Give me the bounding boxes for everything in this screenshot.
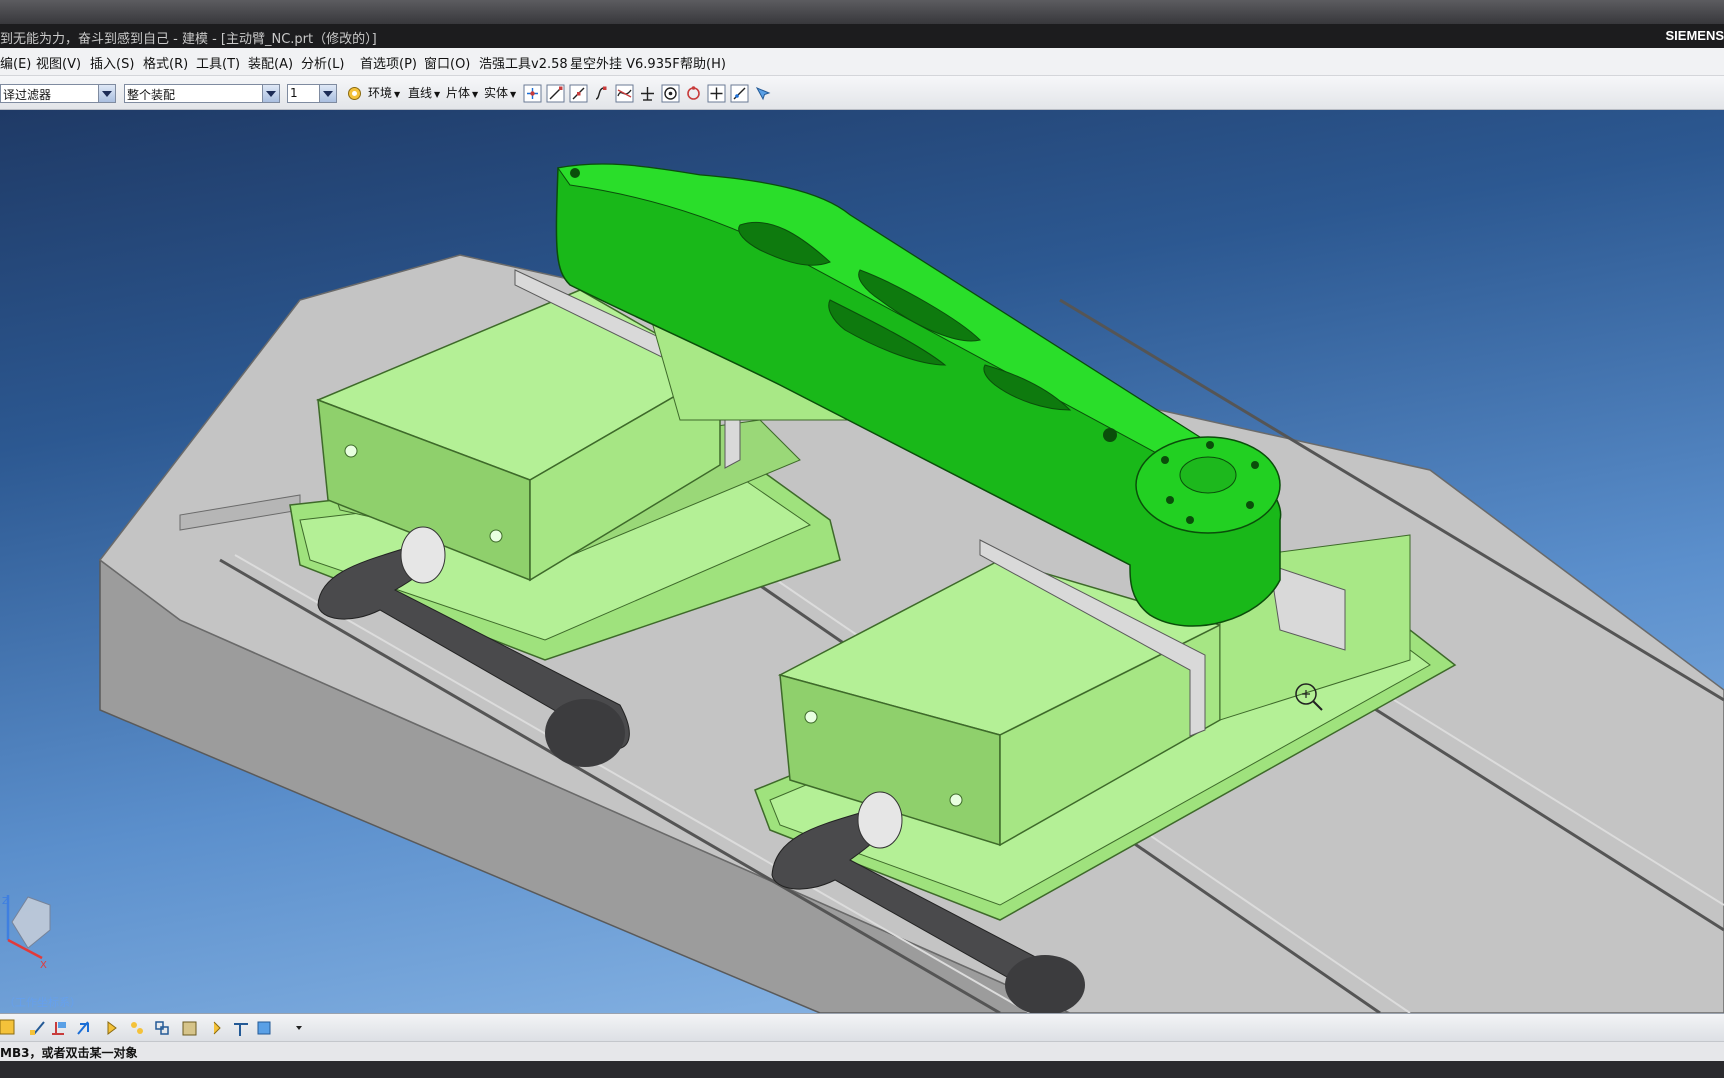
feature-icon[interactable] [107,1021,117,1035]
extrude-icon[interactable] [77,1021,89,1035]
chevron-down-icon[interactable] [319,85,336,102]
wcs-status-text: （工作坐标系） [4,996,81,1009]
type-filter-value: 译过滤器 [3,88,52,102]
chevron-down-icon[interactable] [98,85,115,102]
caret-down-icon: ▼ [434,90,441,99]
window-title: 到无能为力，奋斗到感到自己 - 建模 - [主动臂_NC.prt（修改的）] [0,32,377,47]
menu-xingkong-plugin[interactable]: 星空外挂 V6.935F [570,53,680,72]
caret-down-icon: ▼ [510,90,517,99]
wcs-triad-icon[interactable]: Z X [2,895,51,971]
selection-toolbar: 译过滤器 整个装配 1 环境 ▼ 直线 ▼ 片体 ▼ 实体 ▼ [0,76,1724,110]
title-bar: 到无能为力，奋斗到感到自己 - 建模 - [主动臂_NC.prt（修改的）] S… [0,24,1724,48]
menu-view[interactable]: 视图(V) [36,53,81,72]
caret-down-icon: ▼ [472,90,479,99]
menu-bar: 编(E) 视图(V) 插入(S) 格式(R) 工具(T) 装配(A) 分析(L)… [0,48,1724,76]
environment-dropdown[interactable]: 环境 ▼ [368,84,400,101]
environment-dropdown-label: 环境 [368,86,393,100]
intersection-point-icon[interactable] [615,84,634,103]
datum-icon[interactable] [52,1022,66,1035]
arc-center-icon[interactable] [661,84,680,103]
menu-format[interactable]: 格式(R) [143,53,188,72]
window-bottom-strip [0,1061,1724,1078]
svg-text:X: X [40,960,47,971]
menu-analysis[interactable]: 分析(L) [301,53,344,72]
menu-insert[interactable]: 插入(S) [90,53,134,72]
chevron-down-icon[interactable] [296,1026,302,1030]
bottom-toolbar [0,1013,1724,1042]
sketch-icon[interactable] [30,1021,45,1035]
menu-haoqiang-tools[interactable]: 浩强工具v2.58 [479,53,568,72]
sheet-body-dropdown-label: 片体 [446,86,471,100]
window-top-strip [0,0,1724,24]
level-value: 1 [290,86,298,100]
sheet-body-dropdown[interactable]: 片体 ▼ [446,84,478,101]
curve-dropdown[interactable]: 直线 ▼ [408,84,440,101]
layer-icon[interactable] [213,1021,221,1035]
menu-tools[interactable]: 工具(T) [196,53,240,72]
existing-point-icon[interactable] [707,84,726,103]
menu-help[interactable]: 帮助(H) [680,53,726,72]
snap-icon[interactable] [0,1019,15,1035]
status-bar: MB3，或者双击某一对象 [0,1041,1724,1062]
caret-down-icon: ▼ [394,90,401,99]
assembly-scope-value: 整个装配 [127,88,176,102]
quadrant-point-icon[interactable] [684,84,703,103]
status-prompt: MB3，或者双击某一对象 [0,1046,138,1060]
end-point-icon[interactable] [546,84,565,103]
link-icon[interactable] [155,1021,169,1035]
curve-dropdown-label: 直线 [408,86,433,100]
assembly-scope-select[interactable]: 整个装配 [124,84,280,103]
solid-body-dropdown[interactable]: 实体 ▼ [484,84,516,101]
point-on-curve-icon[interactable] [730,84,749,103]
bottom-toolbar-icons [0,1019,302,1036]
chevron-down-icon[interactable] [262,85,279,102]
control-point-icon[interactable] [592,84,611,103]
level-select[interactable]: 1 [287,84,337,103]
menu-window[interactable]: 窗口(O) [424,53,470,72]
menu-edit[interactable]: 编(E) [0,53,31,72]
snap-point-icon[interactable] [523,84,542,103]
display-icon[interactable] [257,1021,271,1035]
menu-assembly[interactable]: 装配(A) [248,53,293,72]
block-icon[interactable] [182,1021,197,1036]
menu-preferences[interactable]: 首选项(P) [360,53,417,72]
snap-settings-icon[interactable] [345,84,364,103]
quick-pick-icon[interactable] [753,84,772,103]
edit-object-icon[interactable] [234,1023,248,1036]
type-filter-select[interactable]: 译过滤器 [0,84,116,103]
perpendicular-icon[interactable] [638,84,657,103]
siemens-logo: SIEMENS [1665,28,1724,43]
pattern-icon[interactable] [131,1022,143,1034]
solid-body-dropdown-label: 实体 [484,86,509,100]
svg-text:Z: Z [2,896,9,907]
mid-point-icon[interactable] [569,84,588,103]
cad-scene: Z X [2,163,1724,1013]
graphics-viewport[interactable]: Z X （工作坐标系） [0,110,1724,1013]
